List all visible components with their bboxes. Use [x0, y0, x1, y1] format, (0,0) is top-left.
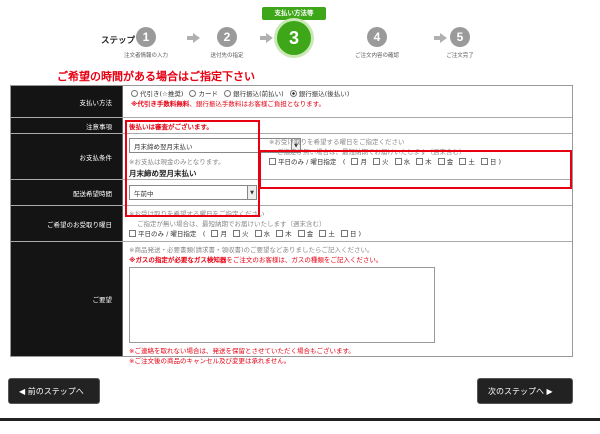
radio-icon[interactable]	[131, 90, 138, 97]
day-line1: ※お受け取りを希望する曜日をご指定ください	[129, 210, 265, 218]
inner-day-select: ※お受け取りを希望する曜日をご指定ください ご指定が無い場合は、最短納期でお届け…	[269, 137, 569, 167]
next-step-button[interactable]: 次のステップへ ▶	[477, 378, 573, 404]
caution-text: 後払いは審査がございます。	[129, 123, 213, 131]
payment-option-prepay[interactable]: 銀行振込(前払い)	[224, 90, 284, 98]
day-row: ご希望のお受取り曜日 ※お受け取りを希望する曜日をご指定ください ご指定が無い場…	[11, 206, 572, 242]
inner-day-line1: ※お受け取りを希望する曜日をご指定ください	[269, 138, 405, 146]
gas-note: をご注文のお客様は、ガスの種類をご記入ください。	[226, 256, 383, 264]
day-checkbox[interactable]	[459, 158, 467, 165]
day-checkbox[interactable]	[297, 230, 305, 237]
terms-result: 月末締め翌月末払い	[129, 169, 197, 178]
inner-day-line2: ご指定が無い場合は、最短納期でお届けいたします（週末含む）	[277, 148, 466, 156]
step-1-caption: 注文者情報の入力	[123, 53, 168, 59]
request-row: ご要望 ※商品発送・必要書類(請求書・領収書)のご要望などありましたらご記入くだ…	[11, 242, 572, 365]
day-checkbox[interactable]	[351, 158, 359, 165]
day-checkbox[interactable]	[211, 230, 219, 237]
request-textarea[interactable]	[129, 267, 435, 343]
step-4: 4 ご注文内容の確認	[332, 27, 422, 59]
time-select[interactable]: 午前中 ▼	[129, 185, 257, 200]
terms-row: お支払条件 月末締め翌月末払い ▼ ※お支払は現金のみとなります。 月末締め翌月…	[11, 134, 572, 180]
payment-option-postpay[interactable]: 銀行振込(後払い)	[289, 90, 349, 98]
payment-option-cod[interactable]: 代引き(☆推奨)	[131, 90, 183, 98]
step-1: 1 注文者情報の入力	[101, 27, 191, 59]
step-4-caption: ご注文内容の確認	[354, 53, 399, 59]
step-5: 5 ご注文完了	[415, 27, 505, 59]
caution-label: 注意事項	[11, 118, 123, 133]
payment-label: 支払い方法	[11, 86, 123, 117]
day-checkbox[interactable]	[416, 158, 424, 165]
radio-selected-icon[interactable]	[289, 90, 297, 97]
step-5-caption: ご注文完了	[446, 53, 474, 59]
chevron-down-icon[interactable]: ▼	[247, 186, 256, 199]
terms-label: お支払条件	[11, 134, 123, 179]
gas-note-bold: ※ガスの指定が必要なガス検知器	[129, 256, 227, 264]
time-notice: ご希望の時間がある場合はご指定下さい	[57, 70, 255, 83]
day-checkbox[interactable]	[373, 158, 381, 165]
arrow-right-icon: ▶	[546, 387, 553, 396]
day-checkbox[interactable]	[276, 230, 284, 237]
day-checkbox[interactable]	[480, 158, 488, 165]
step-4-number: 4	[367, 27, 387, 47]
fee-note-bold: ※代引き手数料無料	[131, 100, 190, 108]
day-label: ご希望のお受取り曜日	[11, 206, 123, 241]
fee-note: 、銀行振込手数料はお客様ご負担となります。	[189, 100, 325, 108]
weekday-only-checkbox[interactable]	[269, 158, 276, 165]
payment-option-card[interactable]: カード	[189, 90, 218, 98]
day-line2: ご指定が無い場合は、最短納期でお届けいたします（週末含む）	[137, 220, 326, 228]
step-5-number: 5	[450, 27, 470, 47]
arrow-left-icon: ◀	[19, 387, 26, 396]
time-row: 配送希望時間 午前中 ▼	[11, 180, 572, 206]
step-3-number: 3	[277, 21, 311, 55]
day-checkbox[interactable]	[394, 158, 402, 165]
request-line1: ※商品発送・必要書類(請求書・領収書)のご要望などありましたらご記入ください。	[129, 246, 374, 254]
prev-step-button[interactable]: ◀ 前のステップへ	[8, 378, 100, 404]
payment-row: 支払い方法 代引き(☆推奨) カード 銀行振込(前払い) 銀行振込(後払い) ※…	[11, 86, 572, 118]
day-checkbox[interactable]	[319, 230, 327, 237]
weekday-only-checkbox[interactable]	[129, 230, 136, 237]
day-checkbox[interactable]	[437, 158, 445, 165]
day-checkbox[interactable]	[254, 230, 262, 237]
radio-icon[interactable]	[224, 90, 232, 97]
step-progress: ステップ 1 注文者情報の入力 2 送付先の指定 支払い方法等 3 4 ご注文内…	[0, 0, 600, 70]
cancel-note: ※ご注文後の商品のキャンセル及び変更は承れません。	[129, 357, 291, 365]
radio-icon[interactable]	[189, 90, 197, 97]
active-step-tag: 支払い方法等	[262, 7, 326, 24]
step-3: 3	[249, 21, 339, 55]
request-label: ご要望	[11, 242, 123, 356]
footer-divider	[0, 418, 600, 421]
day-checkbox[interactable]	[233, 230, 241, 237]
step-2-number: 2	[217, 27, 237, 47]
caution-row: 注意事項 後払いは審査がございます。	[11, 118, 572, 134]
time-label: 配送希望時間	[11, 180, 123, 205]
contact-note: ※ご連絡を取れない場合は、発送を保留とさせていただく場合もございます。	[129, 347, 355, 355]
order-form: 支払い方法 代引き(☆推奨) カード 銀行振込(前払い) 銀行振込(後払い) ※…	[10, 85, 573, 365]
step-1-number: 1	[136, 27, 156, 47]
day-checkbox[interactable]	[340, 230, 348, 237]
